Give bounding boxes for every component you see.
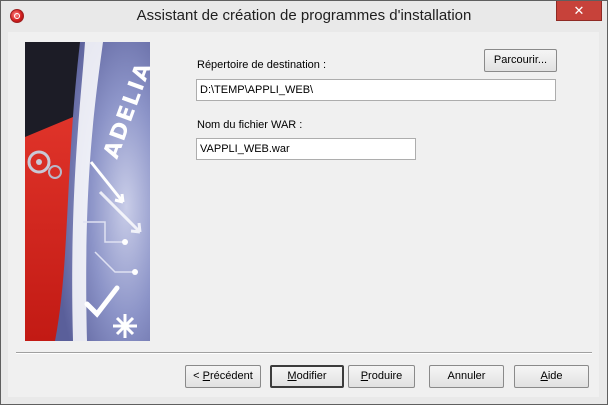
previous-button-accel: P: [202, 370, 210, 382]
modify-button-label: odifier: [296, 370, 327, 382]
produce-button-label: roduire: [368, 370, 403, 382]
close-button[interactable]: ✕: [556, 1, 602, 21]
adelia-banner-image: ADELIA: [25, 42, 150, 341]
help-button[interactable]: Aide: [514, 365, 589, 388]
banner-artwork: ADELIA: [25, 42, 150, 341]
previous-button-label: récédent: [210, 370, 253, 382]
modify-button[interactable]: Modifier: [270, 365, 344, 388]
previous-button[interactable]: < Précédent: [185, 365, 261, 388]
help-button-accel: A: [540, 370, 548, 382]
window-title: Assistant de création de programmes d'in…: [136, 7, 472, 24]
previous-button-prefix: <: [193, 370, 203, 382]
title-bar: Assistant de création de programmes d'in…: [1, 1, 607, 32]
destination-input[interactable]: D:\TEMP\APPLI_WEB\: [196, 79, 556, 101]
wizard-client-area: ADELIA Répertoire de destination : Parco…: [8, 32, 599, 397]
help-button-label: ide: [547, 370, 563, 382]
browse-button[interactable]: Parcourir...: [484, 49, 557, 72]
cancel-button[interactable]: Annuler: [429, 365, 504, 388]
war-file-label: Nom du fichier WAR :: [197, 119, 303, 131]
modify-button-accel: M: [287, 370, 297, 382]
war-file-input[interactable]: VAPPLI_WEB.war: [196, 138, 416, 160]
produce-button-accel: P: [360, 370, 369, 382]
footer-separator: [16, 352, 592, 354]
destination-label: Répertoire de destination :: [197, 59, 327, 71]
produce-button[interactable]: Produire: [348, 365, 415, 388]
installer-wizard-window: Assistant de création de programmes d'in…: [0, 0, 608, 405]
